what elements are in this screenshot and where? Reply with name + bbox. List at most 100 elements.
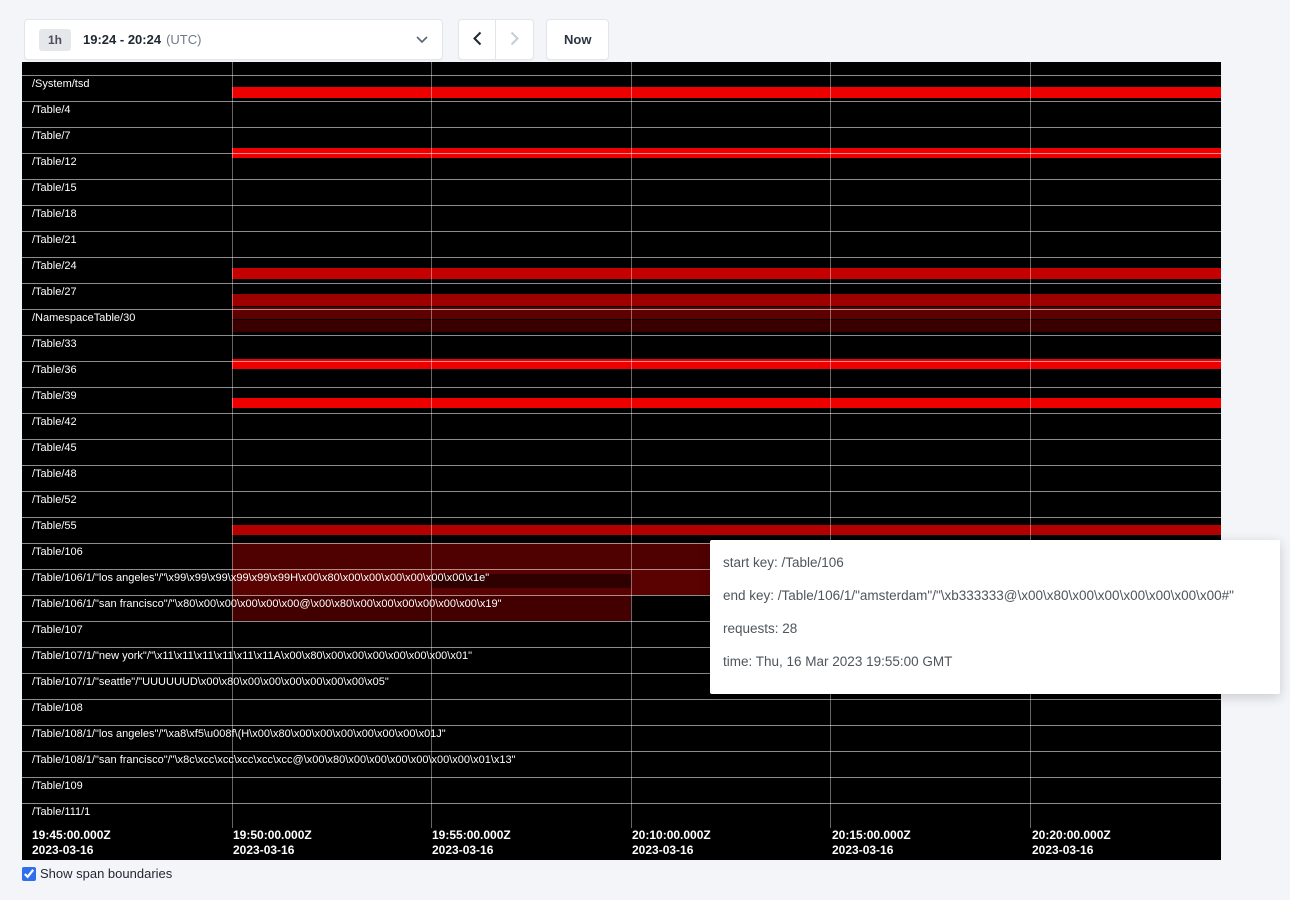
row-key-label: /Table/107/1/"seattle"/"UUUUUUD\x00\x80\… [32,676,389,688]
time-nav-group [458,19,534,60]
time-axis-date: 2023-03-16 [832,843,911,858]
heatmap-band[interactable] [232,268,1221,279]
now-button[interactable]: Now [546,19,609,60]
row-key-label: /Table/39 [32,390,77,402]
row-key-label: /Table/36 [32,364,77,376]
span-tooltip: start key: /Table/106 end key: /Table/10… [710,540,1280,694]
tooltip-time: time: Thu, 16 Mar 2023 19:55:00 GMT [723,654,1264,669]
row-key-label: /Table/33 [32,338,77,350]
time-axis-date: 2023-03-16 [32,843,111,858]
chevron-right-icon [510,31,520,49]
row-key-label: /Table/12 [32,156,77,168]
row-key-label: /NamespaceTable/30 [32,312,135,324]
time-axis-date: 2023-03-16 [1032,843,1111,858]
heatmap-band[interactable] [232,525,1221,535]
time-axis-label: 20:20:00.000Z2023-03-16 [1032,828,1111,858]
span-boundary-line [22,387,1221,388]
time-axis-date: 2023-03-16 [632,843,711,858]
show-span-boundaries-checkbox[interactable] [22,867,36,881]
span-boundary-line [22,361,1221,362]
tooltip-requests: requests: 28 [723,621,1264,636]
time-gridline [631,62,632,828]
chevron-left-icon [472,31,482,49]
time-axis-label: 19:45:00.000Z2023-03-16 [32,828,111,858]
span-boundary-line [22,283,1221,284]
span-boundary-line [22,127,1221,128]
time-axis-date: 2023-03-16 [432,843,511,858]
row-key-label: /Table/106/1/"san francisco"/"\x80\x00\x… [32,598,502,610]
row-key-label: /Table/55 [32,520,77,532]
time-axis-label: 19:55:00.000Z2023-03-16 [432,828,511,858]
heatmap-band[interactable] [232,398,1221,408]
chevron-down-icon [416,36,428,44]
duration-badge: 1h [39,29,71,51]
time-axis-time: 20:10:00.000Z [632,828,711,843]
time-range-picker[interactable]: 1h 19:24 - 20:24 (UTC) [24,19,443,60]
span-boundary-line [22,335,1221,336]
row-key-label: /Table/4 [32,104,71,116]
time-gridline [1030,62,1031,828]
span-boundary-line [22,751,1221,752]
time-axis-label: 20:10:00.000Z2023-03-16 [632,828,711,858]
time-axis-time: 20:15:00.000Z [832,828,911,843]
row-key-label: /Table/111/1 [32,806,90,818]
span-boundary-line [22,309,1221,310]
row-key-label: /Table/15 [32,182,77,194]
span-boundary-line [22,439,1221,440]
row-key-label: /Table/106 [32,546,83,558]
time-axis-time: 20:20:00.000Z [1032,828,1111,843]
row-key-label: /Table/107/1/"new york"/"\x11\x11\x11\x1… [32,650,472,662]
show-span-boundaries-label: Show span boundaries [40,866,172,881]
span-boundary-line [22,413,1221,414]
tooltip-start-key: start key: /Table/106 [723,555,1264,570]
span-boundary-line [22,517,1221,518]
span-boundary-line [22,257,1221,258]
heatmap-band[interactable] [232,320,1221,332]
toolbar: 1h 19:24 - 20:24 (UTC) Now [24,19,609,60]
span-boundary-line [22,465,1221,466]
span-boundary-line [22,699,1221,700]
time-axis-date: 2023-03-16 [233,843,312,858]
time-gridline [232,62,233,828]
time-axis-time: 19:55:00.000Z [432,828,511,843]
span-boundary-line [22,153,1221,154]
row-key-label: /Table/48 [32,468,77,480]
row-key-label: /Table/108/1/"los angeles"/"\xa8\xf5\u00… [32,728,446,740]
time-gridline [830,62,831,828]
row-key-label: /Table/18 [32,208,77,220]
time-gridline [431,62,432,828]
row-key-label: /Table/107 [32,624,83,636]
heatmap-band[interactable] [232,294,1221,306]
row-key-label: /Table/42 [32,416,77,428]
row-key-label: /Table/45 [32,442,77,454]
timezone-label: (UTC) [166,32,201,47]
time-axis-time: 19:50:00.000Z [233,828,312,843]
span-boundary-line [22,803,1221,804]
heatmap-band[interactable] [232,87,1221,98]
span-boundary-line [22,179,1221,180]
span-boundary-line [22,101,1221,102]
prev-time-button[interactable] [458,19,496,60]
span-boundary-line [22,231,1221,232]
time-axis-label: 20:15:00.000Z2023-03-16 [832,828,911,858]
row-key-label: /Table/7 [32,130,71,142]
time-range-label: 19:24 - 20:24 [83,32,161,47]
row-key-label: /Table/109 [32,780,83,792]
span-boundaries-control: Show span boundaries [22,866,172,881]
span-boundary-line [22,725,1221,726]
tooltip-end-key: end key: /Table/106/1/"amsterdam"/"\xb33… [723,588,1264,603]
row-key-label: /Table/106/1/"los angeles"/"\x99\x99\x99… [32,572,489,584]
row-key-label: /System/tsd [32,78,89,90]
row-key-label: /Table/24 [32,260,77,272]
time-axis-time: 19:45:00.000Z [32,828,111,843]
row-key-label: /Table/27 [32,286,77,298]
span-boundary-line [22,777,1221,778]
span-boundary-line [22,205,1221,206]
keyvis-canvas[interactable]: /System/tsd/Table/4/Table/7/Table/12/Tab… [22,62,1221,860]
next-time-button[interactable] [496,19,534,60]
row-key-label: /Table/108 [32,702,83,714]
time-axis-label: 19:50:00.000Z2023-03-16 [233,828,312,858]
row-key-label: /Table/21 [32,234,77,246]
row-key-label: /Table/52 [32,494,77,506]
span-boundary-line [22,75,1221,76]
